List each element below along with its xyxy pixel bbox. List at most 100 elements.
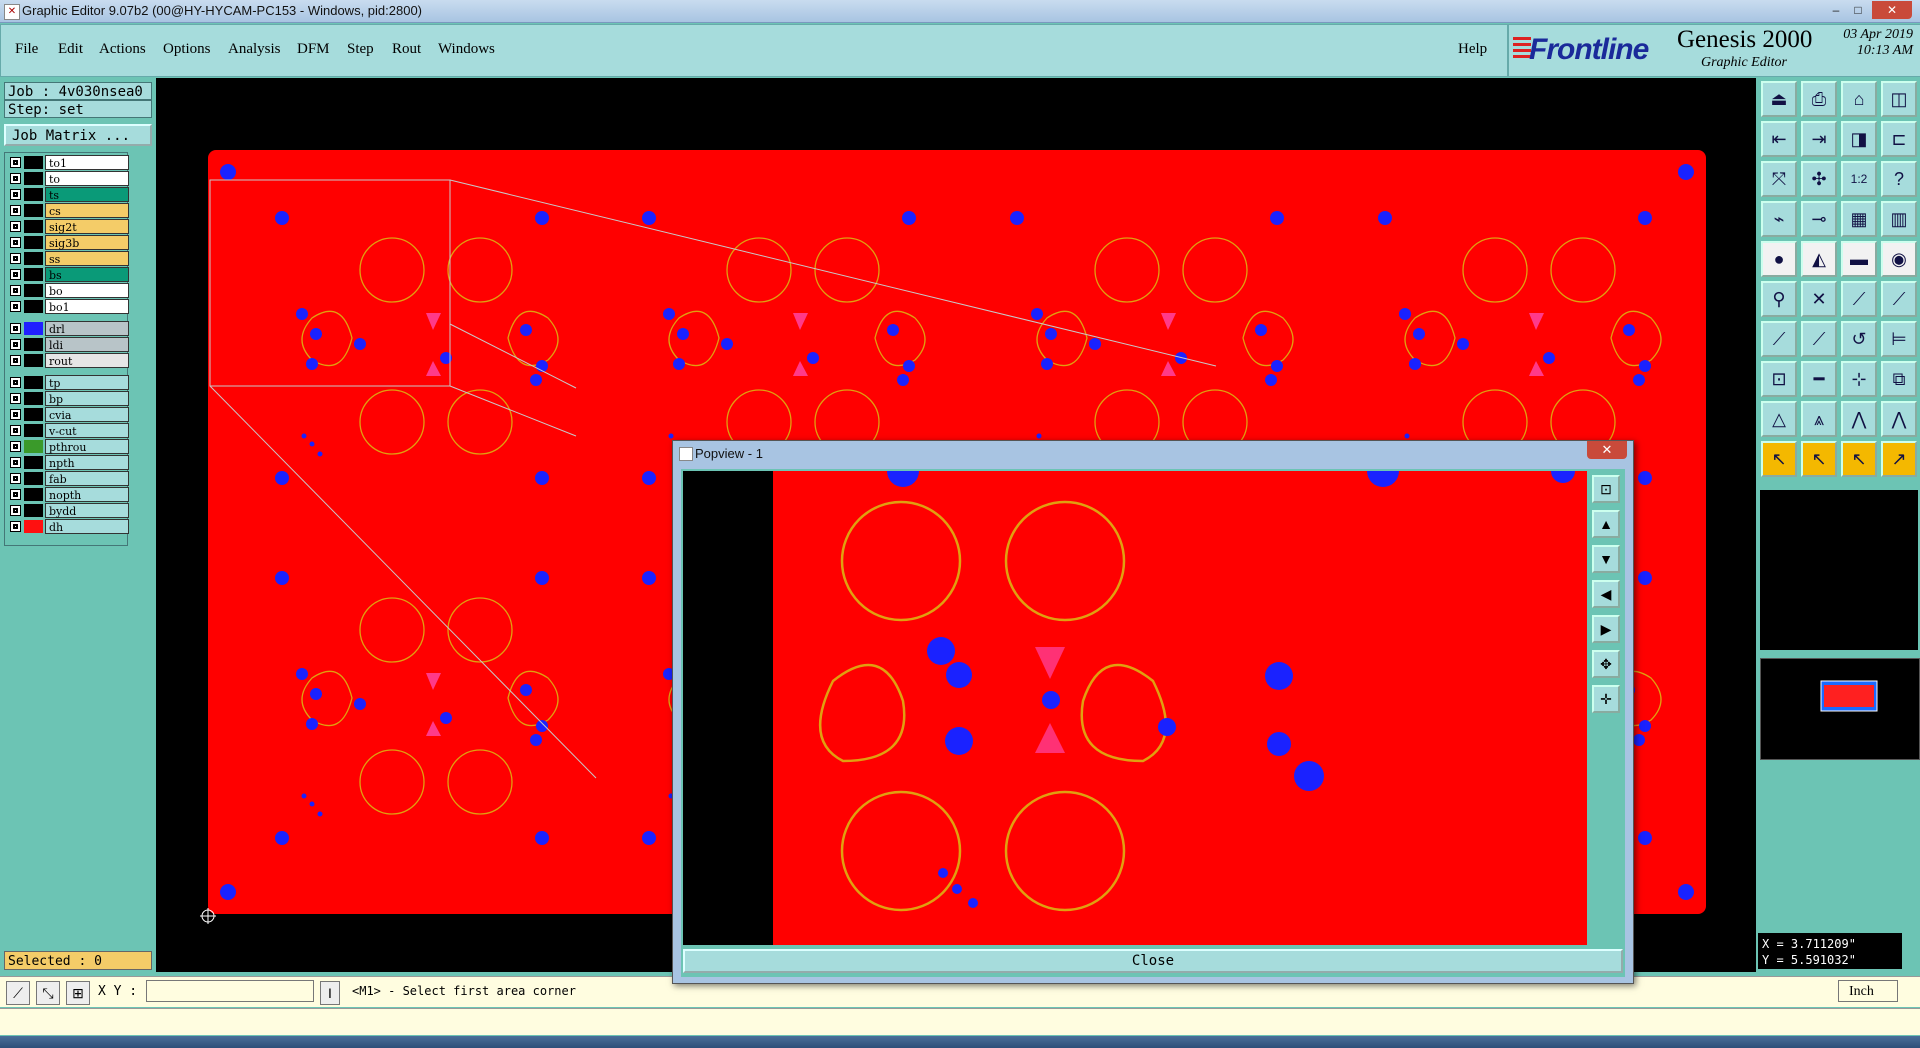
layer-row[interactable]: bs	[7, 267, 129, 282]
tool-button-icon[interactable]: ━	[1801, 361, 1837, 397]
layer-color-swatch[interactable]	[24, 204, 43, 217]
layer-name[interactable]: sig2t	[45, 219, 129, 234]
layer-name[interactable]: fab	[45, 471, 129, 486]
layer-row[interactable]: dh	[7, 519, 129, 534]
layer-color-swatch[interactable]	[24, 376, 43, 389]
popview-zoom-fit-icon[interactable]: ⊡	[1592, 475, 1620, 503]
layer-name[interactable]: cvia	[45, 407, 129, 422]
layer-affected-checkbox[interactable]	[10, 157, 21, 168]
tool-button-icon[interactable]: ▬	[1841, 241, 1877, 277]
tool-button-icon[interactable]: ↺	[1841, 321, 1877, 357]
layer-name[interactable]: bs	[45, 267, 129, 282]
tool-button-icon[interactable]: ⟋	[1841, 281, 1877, 317]
popview-canvas[interactable]	[683, 471, 1587, 945]
menu-analysis[interactable]: Analysis	[228, 41, 281, 58]
layer-affected-checkbox[interactable]	[10, 285, 21, 296]
layer-row[interactable]: ss	[7, 251, 129, 266]
menu-help[interactable]: Help	[1458, 41, 1487, 58]
tool-button-icon[interactable]: ⟋	[1761, 321, 1797, 357]
tool-button-icon[interactable]: ⚲	[1761, 281, 1797, 317]
tool-button-icon[interactable]: ⌂	[1841, 81, 1877, 117]
popview-close-x-button[interactable]: ✕	[1587, 441, 1627, 459]
layer-affected-checkbox[interactable]	[10, 425, 21, 436]
tool-button-icon[interactable]: ⋀	[1841, 401, 1877, 437]
layer-affected-checkbox[interactable]	[10, 205, 21, 216]
popview-pan-up-icon[interactable]: ▲	[1592, 510, 1620, 538]
layer-affected-checkbox[interactable]	[10, 521, 21, 532]
tool-button-icon[interactable]: ?	[1881, 161, 1917, 197]
layer-name[interactable]: sig3b	[45, 235, 129, 250]
layer-affected-checkbox[interactable]	[10, 505, 21, 516]
layer-row[interactable]: bydd	[7, 503, 129, 518]
layer-name[interactable]: v-cut	[45, 423, 129, 438]
tool-button-icon[interactable]: △	[1761, 401, 1797, 437]
layer-affected-checkbox[interactable]	[10, 441, 21, 452]
tool-button-icon[interactable]: ⟋	[1801, 321, 1837, 357]
layer-row[interactable]: ts	[7, 187, 129, 202]
layer-name[interactable]: tp	[45, 375, 129, 390]
layer-color-swatch[interactable]	[24, 520, 43, 533]
layer-affected-checkbox[interactable]	[10, 173, 21, 184]
tool-button-icon[interactable]: ↖	[1841, 441, 1877, 477]
layer-row[interactable]: bo1	[7, 299, 129, 314]
tool-button-icon[interactable]: ⧉	[1881, 361, 1917, 397]
popview-window[interactable]: Popview - 1 ✕ ⊡ ▲ ▼ ◀ ▶ ✥ ✛ Close	[672, 440, 1634, 984]
layer-color-swatch[interactable]	[24, 338, 43, 351]
tool-button-icon[interactable]: ◫	[1881, 81, 1917, 117]
menu-dfm[interactable]: DFM	[297, 41, 330, 58]
layer-name[interactable]: ss	[45, 251, 129, 266]
tool-button-icon[interactable]: ⊡	[1761, 361, 1797, 397]
layer-color-swatch[interactable]	[24, 284, 43, 297]
tool-button-icon[interactable]: ↖	[1761, 441, 1797, 477]
tool-button-icon[interactable]: ⊨	[1881, 321, 1917, 357]
layer-row[interactable]: rout	[7, 353, 129, 368]
layer-row[interactable]: bp	[7, 391, 129, 406]
layer-color-swatch[interactable]	[24, 156, 43, 169]
layer-color-swatch[interactable]	[24, 440, 43, 453]
layer-row[interactable]: tp	[7, 375, 129, 390]
tool-button-icon[interactable]: ⇥	[1801, 121, 1837, 157]
tool-button-icon[interactable]: ⌁	[1761, 201, 1797, 237]
tool-button-icon[interactable]: ✕	[1801, 281, 1837, 317]
title-bar[interactable]: ✕ Graphic Editor 9.07b2 (00@HY-HYCAM-PC1…	[0, 0, 1920, 23]
layer-affected-checkbox[interactable]	[10, 409, 21, 420]
layer-affected-checkbox[interactable]	[10, 355, 21, 366]
layer-name[interactable]: nopth	[45, 487, 129, 502]
layer-affected-checkbox[interactable]	[10, 473, 21, 484]
tool-button-icon[interactable]: ⊏	[1881, 121, 1917, 157]
layer-affected-checkbox[interactable]	[10, 339, 21, 350]
tool-button-icon[interactable]: ↖	[1801, 441, 1837, 477]
menu-edit[interactable]: Edit	[58, 41, 83, 58]
tool-button-icon[interactable]: ◉	[1881, 241, 1917, 277]
layer-row[interactable]: npth	[7, 455, 129, 470]
layer-row[interactable]: v-cut	[7, 423, 129, 438]
tool-button-icon[interactable]: ⇤	[1761, 121, 1797, 157]
layer-color-swatch[interactable]	[24, 220, 43, 233]
job-matrix-button[interactable]: Job Matrix ...	[4, 124, 152, 146]
tool-button-icon[interactable]: ⏏	[1761, 81, 1797, 117]
layer-color-swatch[interactable]	[24, 472, 43, 485]
layer-color-swatch[interactable]	[24, 300, 43, 313]
popview-zoom-out-icon[interactable]: ✥	[1592, 650, 1620, 678]
minimize-button[interactable]: –	[1824, 1, 1848, 19]
layer-row[interactable]: drl	[7, 321, 129, 336]
menu-rout[interactable]: Rout	[392, 41, 421, 58]
tool-button-icon[interactable]: ⤧	[1761, 161, 1797, 197]
measure-icon[interactable]: ⤡	[36, 981, 60, 1005]
layer-name[interactable]: drl	[45, 321, 129, 336]
tool-button-icon[interactable]: ◭	[1801, 241, 1837, 277]
layer-row[interactable]: to	[7, 171, 129, 186]
tool-button-icon[interactable]: ⊸	[1801, 201, 1837, 237]
layer-affected-checkbox[interactable]	[10, 237, 21, 248]
layer-color-swatch[interactable]	[24, 504, 43, 517]
popview-close-button[interactable]: Close	[683, 949, 1623, 973]
layer-color-swatch[interactable]	[24, 354, 43, 367]
layer-color-swatch[interactable]	[24, 268, 43, 281]
layer-color-swatch[interactable]	[24, 456, 43, 469]
tool-button-icon[interactable]: ⋀	[1881, 401, 1917, 437]
tool-button-icon[interactable]: ▥	[1881, 201, 1917, 237]
tool-button-icon[interactable]: 1:2	[1841, 161, 1877, 197]
menu-step[interactable]: Step	[347, 41, 374, 58]
layer-affected-checkbox[interactable]	[10, 189, 21, 200]
layer-affected-checkbox[interactable]	[10, 221, 21, 232]
